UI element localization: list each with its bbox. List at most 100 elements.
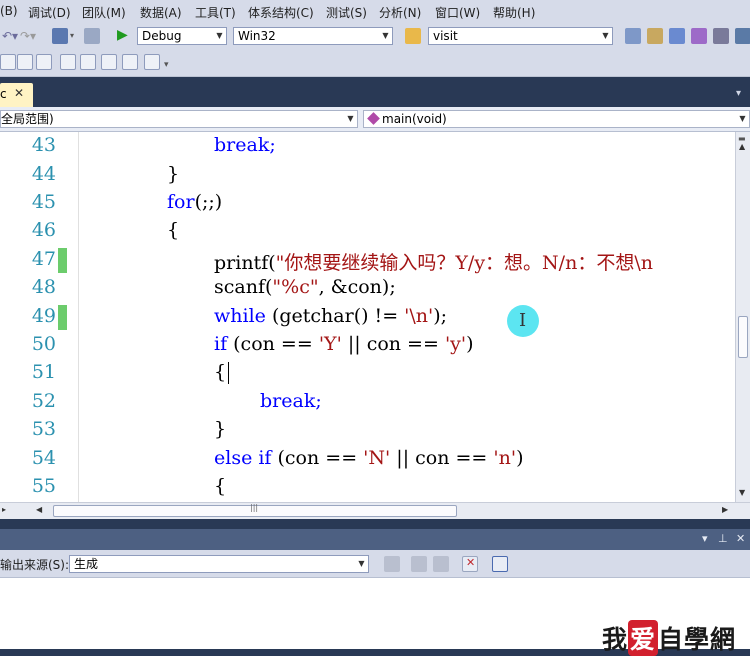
code-text: (;;) (194, 191, 223, 213)
chevron-down-icon[interactable]: ▾ (70, 28, 74, 44)
watermark-logo: 我爱自學網 (602, 620, 736, 656)
find-input[interactable]: visit ▼ (428, 27, 613, 45)
scroll-right-icon[interactable]: ▶ (722, 505, 728, 514)
code-line-48: scanf("%c", &con); (214, 276, 396, 298)
pin-icon[interactable]: ⊥ (718, 532, 728, 545)
line-number: 43 (31, 134, 56, 156)
scope-select[interactable]: 全局范围) ▼ (0, 110, 358, 128)
horizontal-scroll-thumb[interactable]: ||| (53, 503, 457, 517)
uncomment-icon[interactable] (17, 54, 33, 70)
code-editor[interactable]: 43 44 45 46 47 48 49 50 51 52 53 54 55 b… (0, 132, 735, 502)
menu-analyze[interactable]: 分析(N) (379, 4, 421, 21)
menu-debug[interactable]: 调试(D) (28, 4, 71, 21)
solution-explorer-icon[interactable] (625, 28, 641, 44)
start-debugging-icon[interactable]: ▶ (117, 27, 128, 43)
function-select[interactable]: main(void) ▼ (363, 110, 750, 128)
comment-icon[interactable] (0, 54, 16, 70)
brace: { (214, 361, 227, 383)
scope-value: 全局范围) (1, 112, 54, 126)
line-number: 50 (31, 333, 56, 355)
keyword: else if (214, 447, 272, 469)
code-text: || con == (341, 333, 445, 355)
bookmark-toggle-icon[interactable] (36, 54, 52, 70)
next-bookmark-icon[interactable] (80, 54, 96, 70)
panel-splitter[interactable] (0, 519, 750, 529)
find-message-icon[interactable] (384, 556, 400, 572)
find-in-files-icon[interactable] (405, 28, 421, 44)
tab-list-dropdown-icon[interactable]: ▾ (736, 86, 741, 102)
platform-value: Win32 (238, 29, 276, 43)
text-caret (228, 362, 230, 384)
scroll-left-icon[interactable]: ◀ (36, 505, 42, 514)
chevron-down-icon: ▼ (382, 31, 389, 40)
function-value: main(void) (382, 112, 447, 126)
watermark-text: 我 (601, 625, 628, 654)
clear-bookmarks-icon[interactable] (144, 54, 160, 70)
document-tab-label: c (0, 87, 7, 101)
brace: { (167, 219, 180, 241)
scroll-down-icon[interactable]: ▼ (739, 488, 745, 497)
window-position-icon[interactable]: ▾ (702, 532, 708, 545)
code-line-49: while (getchar() != '\n'); (214, 305, 447, 327)
string-literal: "你想要继续输入吗？Y/y：想。N/n：不想\n (275, 252, 653, 274)
solution-platform-select[interactable]: Win32 ▼ (233, 27, 393, 45)
navigation-bar: 全局范围) ▼ main(void) ▼ (0, 107, 750, 132)
zoom-icon[interactable]: ▸ (2, 505, 6, 514)
scroll-up-icon[interactable]: ▲ (739, 142, 745, 151)
code-line-45: for(;;) (167, 191, 222, 213)
line-number: 49 (31, 305, 56, 327)
code-text: (con == (271, 447, 364, 469)
previous-message-icon[interactable] (411, 556, 427, 572)
code-text: ) (516, 447, 524, 469)
vertical-scroll-thumb[interactable] (738, 316, 748, 358)
menu-team[interactable]: 团队(M) (82, 4, 126, 21)
output-source-label: 输出来源(S): (0, 558, 70, 572)
redo-icon[interactable]: ↷▾ (20, 28, 36, 44)
solution-configuration-select[interactable]: Debug ▼ (137, 27, 227, 45)
clear-all-icon[interactable]: ✕ (462, 556, 478, 572)
menu-architecture[interactable]: 体系结构(C) (248, 4, 314, 21)
code-line-43: break; (214, 134, 276, 156)
find-value: visit (433, 29, 458, 43)
previous-bookmark-icon[interactable] (60, 54, 76, 70)
properties-icon[interactable] (647, 28, 663, 44)
tools-icon[interactable] (713, 28, 729, 44)
navigate-forward-icon[interactable] (84, 28, 100, 44)
extensions-icon[interactable] (735, 28, 750, 44)
line-number: 46 (31, 219, 56, 241)
brace: { (214, 475, 227, 497)
line-number: 53 (31, 418, 56, 440)
next-message-icon[interactable] (433, 556, 449, 572)
menu-test[interactable]: 测试(S) (326, 4, 367, 21)
toolbox-icon[interactable] (691, 28, 707, 44)
chevron-down-icon: ▼ (739, 114, 746, 123)
line-number: 47 (31, 248, 56, 270)
toolbar-overflow-icon[interactable]: ▾ (164, 57, 169, 73)
code-line-52: break; (260, 390, 322, 412)
menu-window[interactable]: 窗口(W) (435, 4, 480, 21)
next-bookmark-folder-icon[interactable] (122, 54, 138, 70)
string-literal: 'N' (363, 447, 391, 469)
undo-icon[interactable]: ↶▾ (2, 28, 18, 44)
close-icon[interactable]: ✕ (14, 86, 24, 100)
line-number: 54 (31, 447, 56, 469)
string-literal: 'y' (444, 333, 467, 355)
object-browser-icon[interactable] (669, 28, 685, 44)
document-tab[interactable]: c ✕ (0, 83, 33, 107)
close-icon[interactable]: ✕ (736, 532, 745, 545)
menu-build[interactable]: (B) (0, 4, 18, 18)
menu-help[interactable]: 帮助(H) (493, 4, 535, 21)
changed-line-marker (58, 305, 67, 330)
vertical-scrollbar[interactable]: ▬ ▲ ▼ (735, 132, 750, 502)
horizontal-scrollbar[interactable]: ▸ ◀ ||| ▶ (0, 502, 750, 519)
menu-tools[interactable]: 工具(T) (195, 4, 236, 21)
navigate-backward-icon[interactable] (52, 28, 68, 44)
chevron-down-icon: ▼ (216, 31, 223, 40)
code-line-44: } (167, 163, 179, 185)
word-wrap-icon[interactable] (492, 556, 508, 572)
output-source-value: 生成 (74, 557, 99, 571)
menu-data[interactable]: 数据(A) (140, 4, 182, 21)
bookmark-folder-icon[interactable] (101, 54, 117, 70)
output-source-select[interactable]: 生成 ▼ (69, 555, 369, 573)
function-icon (367, 112, 380, 125)
